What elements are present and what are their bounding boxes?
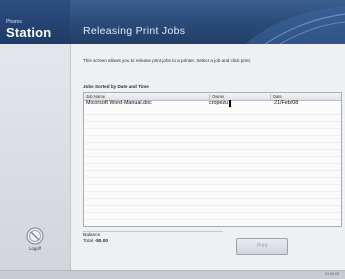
balance-total: Total -$0.00	[83, 239, 108, 245]
logoff-label: Logoff	[29, 246, 41, 251]
print-button[interactable]: Print	[236, 238, 288, 255]
table-row[interactable]: Micorsoft Word-Manual.doc cropezu 21/Feb…	[84, 100, 341, 107]
row-divider	[84, 156, 341, 157]
row-divider	[84, 184, 341, 185]
balance-total-value: -$0.00	[94, 239, 109, 244]
logoff-icon	[26, 227, 44, 245]
brand-block: Pharos Station	[0, 0, 70, 44]
row-divider	[84, 114, 341, 115]
jobs-table[interactable]: Job Name Owner Date Micorsoft Word-Manua…	[83, 92, 342, 227]
row-divider	[84, 121, 341, 122]
row-divider	[84, 149, 341, 150]
logoff-button[interactable]: Logoff	[23, 227, 47, 251]
instructions-text: This screen allows you to release print …	[83, 58, 252, 63]
row-divider	[84, 128, 341, 129]
date-cell: 21/Feb/08	[274, 100, 299, 106]
page-title: Releasing Print Jobs	[83, 25, 186, 37]
row-divider	[84, 205, 341, 206]
text-cursor	[228, 100, 231, 107]
header-bar: Pharos Station Releasing Print Jobs	[0, 0, 345, 44]
status-text: 04.06.08	[325, 272, 339, 276]
balance-divider	[83, 231, 223, 232]
main-content: This screen allows you to release print …	[70, 44, 345, 270]
decorative-swoosh	[245, 6, 345, 44]
job-name-cell: Micorsoft Word-Manual.doc	[86, 100, 152, 106]
row-divider	[84, 163, 341, 164]
owner-cell: cropezu	[209, 100, 231, 107]
row-divider	[84, 219, 341, 220]
owner-value: cropezu	[209, 100, 229, 106]
row-divider	[84, 177, 341, 178]
row-divider	[84, 191, 341, 192]
app-window: Pharos Station Releasing Print Jobs This…	[0, 0, 345, 279]
balance-total-label: Total	[83, 239, 94, 244]
row-divider	[84, 135, 341, 136]
row-divider	[84, 170, 341, 171]
balance-panel: Balance Total -$0.00	[83, 233, 108, 245]
brand-logo: Station	[6, 25, 52, 40]
row-divider	[84, 198, 341, 199]
jobs-sort-label: Jobs Sorted by Date and Time	[83, 84, 149, 89]
row-divider	[84, 142, 341, 143]
row-divider	[84, 212, 341, 213]
